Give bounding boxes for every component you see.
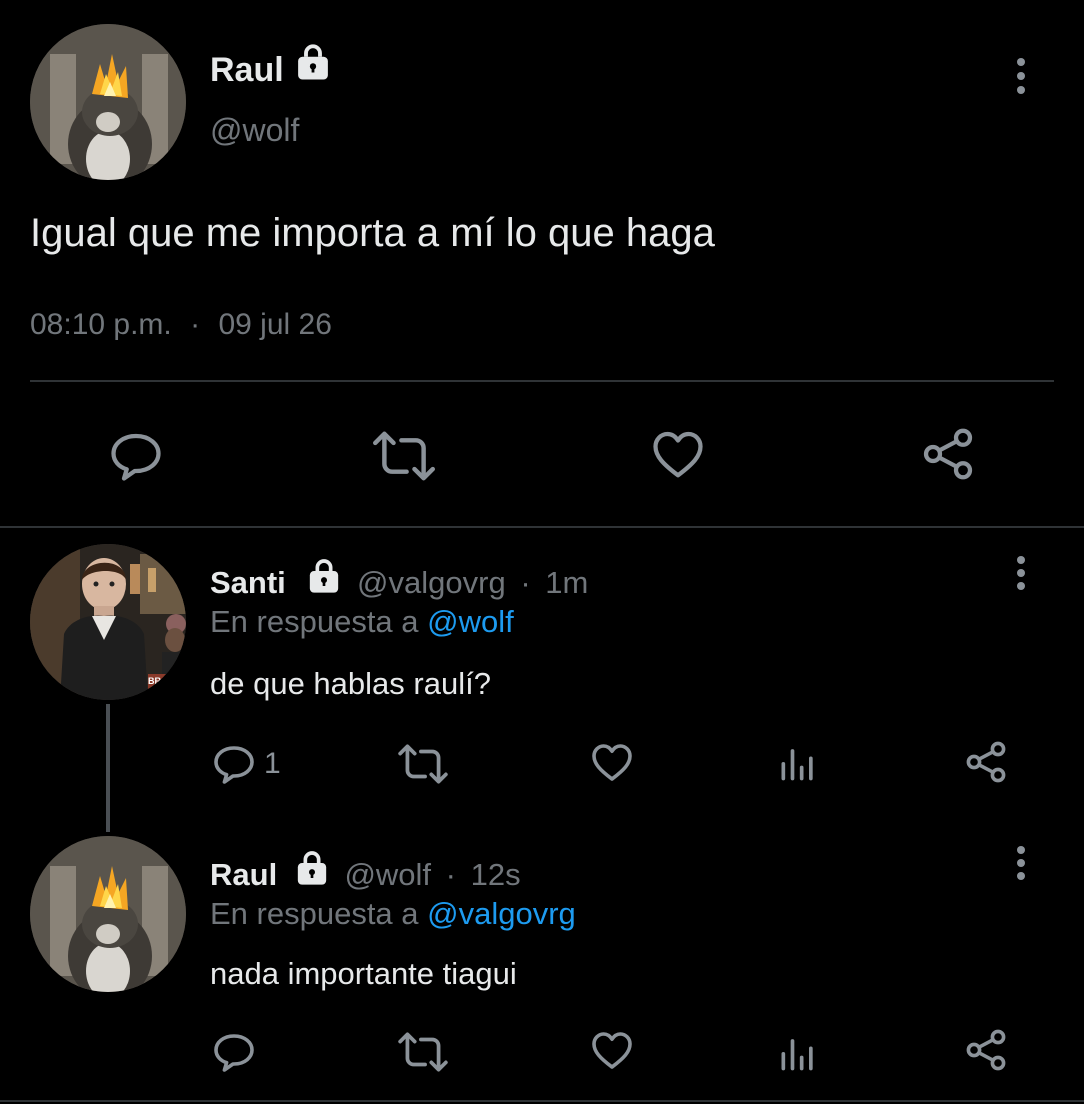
reply-icon[interactable] xyxy=(210,740,258,788)
handle[interactable]: @wolf xyxy=(210,110,299,150)
reply-to-prefix: En respuesta a xyxy=(210,896,419,931)
analytics-icon[interactable] xyxy=(776,1030,820,1074)
handle[interactable]: @wolf xyxy=(344,857,431,892)
tweet-text: nada importante tiagui xyxy=(210,956,517,991)
divider xyxy=(0,1100,1084,1102)
separator-dot: · xyxy=(520,565,531,601)
share-icon[interactable] xyxy=(962,1026,1010,1074)
lock-icon xyxy=(292,848,332,898)
time-ago[interactable]: 12s xyxy=(471,857,521,892)
reply-icon[interactable] xyxy=(106,426,166,486)
reply-count: 1 xyxy=(264,747,281,780)
tweet-date[interactable]: 09 jul 26 xyxy=(218,308,331,341)
separator-dot: · xyxy=(445,857,456,893)
display-name[interactable]: Raul xyxy=(210,857,277,892)
avatar[interactable]: BR xyxy=(30,544,186,700)
retweet-icon[interactable] xyxy=(396,740,450,788)
reply-to-link[interactable]: @wolf xyxy=(427,604,514,639)
cat-avatar-image xyxy=(30,24,186,180)
avatar-sign: BR xyxy=(148,676,161,686)
time-ago[interactable]: 1m xyxy=(545,565,588,600)
more-options-icon[interactable] xyxy=(1016,58,1026,94)
divider xyxy=(0,526,1084,528)
tweet-time[interactable]: 08:10 p.m. xyxy=(30,308,172,341)
lock-icon xyxy=(292,41,334,88)
display-name[interactable]: Santi xyxy=(210,565,286,600)
reply-context: En respuesta a @valgovrg xyxy=(210,894,576,934)
display-name[interactable]: Raul xyxy=(210,50,284,90)
like-icon[interactable] xyxy=(588,1026,636,1074)
office-avatar-image xyxy=(30,544,186,700)
analytics-icon[interactable] xyxy=(776,740,820,784)
tweet-text: de que hablas raulí? xyxy=(210,666,491,701)
divider xyxy=(30,380,1054,382)
like-icon[interactable] xyxy=(588,738,636,786)
reply-to-prefix: En respuesta a xyxy=(210,604,419,639)
retweet-icon[interactable] xyxy=(370,426,438,486)
lock-icon xyxy=(304,556,344,606)
tweet-text: Igual que me importa a mí lo que haga xyxy=(30,211,715,255)
more-options-icon[interactable] xyxy=(1016,846,1026,880)
avatar[interactable] xyxy=(30,24,186,180)
cat-avatar-image xyxy=(30,836,186,992)
thread-line xyxy=(106,704,110,832)
reply-icon[interactable] xyxy=(210,1028,258,1076)
tweet-timestamp: 08:10 p.m. · 09 jul 26 xyxy=(30,306,332,344)
avatar[interactable] xyxy=(30,836,186,992)
reply-to-link[interactable]: @valgovrg xyxy=(427,896,576,931)
separator-dot: · xyxy=(190,308,201,341)
share-icon[interactable] xyxy=(918,424,978,484)
share-icon[interactable] xyxy=(962,738,1010,786)
more-options-icon[interactable] xyxy=(1016,556,1026,590)
retweet-icon[interactable] xyxy=(396,1028,450,1076)
handle[interactable]: @valgovrg xyxy=(357,565,506,600)
like-icon[interactable] xyxy=(648,424,708,484)
reply-context: En respuesta a @wolf xyxy=(210,602,514,642)
